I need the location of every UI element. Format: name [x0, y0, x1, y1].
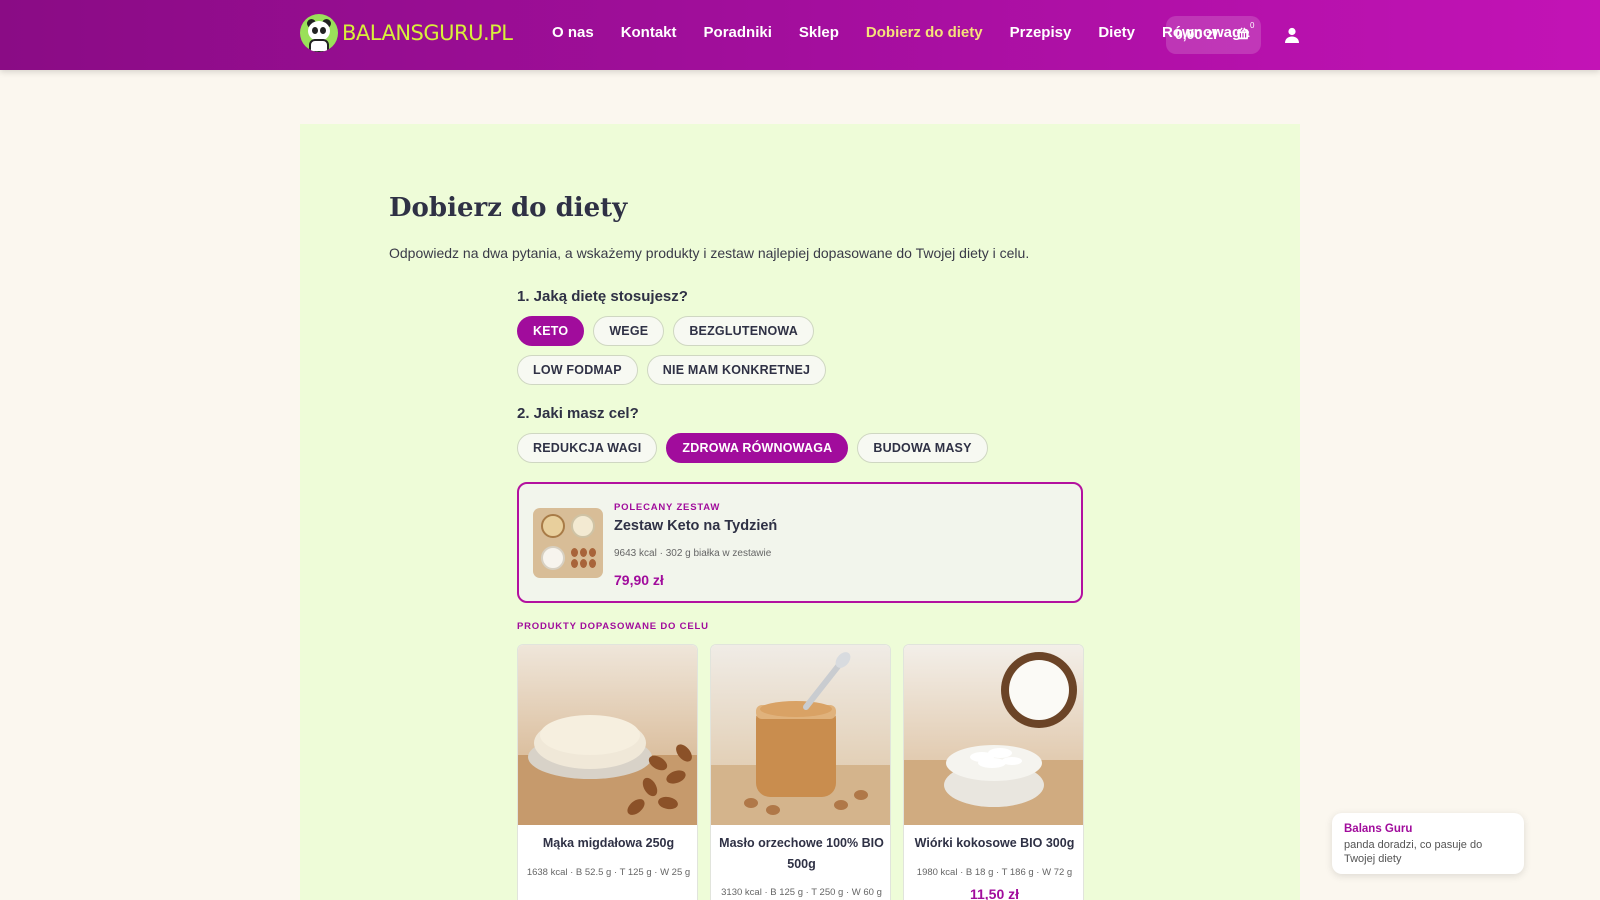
goal-option-redukcja-wagi[interactable]: REDUKCJA WAGI: [517, 433, 658, 463]
user-icon[interactable]: [1284, 27, 1300, 43]
recommended-set-image: [533, 508, 603, 578]
product-image-peanut-butter: [711, 645, 890, 825]
recommended-set-eyebrow: POLECANY ZESTAW: [614, 502, 721, 513]
diet-option-nie-mam-konkretnej[interactable]: NIE MAM KONKRETNEJ: [646, 355, 827, 385]
product-image-coconut-flakes: [904, 645, 1083, 825]
nav-sklep[interactable]: Sklep: [799, 24, 839, 41]
chat-name: Balans Guru: [1344, 823, 1413, 835]
nav-poradniki[interactable]: Poradniki: [704, 24, 772, 41]
recommended-set-meta: 9643 kcal · 302 g białka w zestawie: [614, 548, 772, 559]
nav-kontakt[interactable]: Kontakt: [621, 24, 677, 41]
site-header: BALANSGURU.PL O nas Kontakt Poradniki Sk…: [0, 0, 1600, 70]
product-card[interactable]: Masło orzechowe 100% BIO 500g 3130 kcal …: [710, 644, 891, 900]
site-logo[interactable]: BALANSGURU.PL: [300, 13, 513, 53]
goal-option-budowa-masy[interactable]: BUDOWA MASY: [857, 433, 988, 463]
panda-logo-icon: [300, 14, 338, 52]
product-nutrition: 1980 kcal · B 18 g · T 186 g · W 72 g: [916, 867, 1073, 878]
cart-count-badge: 0: [1250, 21, 1255, 30]
product-card[interactable]: Wiórki kokosowe BIO 300g 1980 kcal · B 1…: [903, 644, 1084, 900]
goal-options: REDUKCJA WAGI ZDROWA RÓWNOWAGA BUDOWA MA…: [517, 433, 1077, 463]
product-name[interactable]: Wiórki kokosowe BIO 300g: [910, 833, 1079, 854]
nav-diety[interactable]: Diety: [1098, 24, 1135, 41]
goal-option-zdrowa-rownowaga[interactable]: ZDROWA RÓWNOWAGA: [666, 433, 849, 463]
product-name[interactable]: Mąka migdałowa 250g: [524, 833, 693, 854]
diet-option-keto[interactable]: KETO: [517, 316, 585, 346]
basket-icon: [1236, 27, 1250, 40]
recommended-set-price: 79,90 zł: [614, 572, 664, 588]
recommended-set-card[interactable]: POLECANY ZESTAW Zestaw Keto na Tydzień 9…: [517, 482, 1083, 603]
diet-options: KETO WEGE BEZGLUTENOWA LOW FODMAP NIE MA…: [517, 316, 937, 385]
cart-amount: 0,00 zł: [1175, 26, 1218, 42]
product-card[interactable]: Mąka migdałowa 250g 1638 kcal · B 52.5 g…: [517, 644, 698, 900]
product-image-almond-flour: [518, 645, 697, 825]
nav-o-nas[interactable]: O nas: [552, 24, 594, 41]
chat-message: panda doradzi, co pasuje do Twojej diety: [1344, 839, 1483, 865]
diet-option-bezglutenowa[interactable]: BEZGLUTENOWA: [673, 316, 814, 346]
logo-text: BALANSGURU.PL: [342, 21, 513, 45]
product-nutrition: 1638 kcal · B 52.5 g · T 125 g · W 25 g: [526, 867, 691, 878]
nav-przepisy[interactable]: Przepisy: [1010, 24, 1072, 41]
products-section-label: PRODUKTY DOPASOWANE DO CELU: [517, 621, 709, 632]
diet-option-wege[interactable]: WEGE: [593, 316, 665, 346]
question-diet-label: 1. Jaką dietę stosujesz?: [517, 288, 688, 305]
page-title: Dobierz do diety: [389, 193, 628, 223]
page-intro: Odpowiedz na dwa pytania, a wskażemy pro…: [389, 245, 1030, 261]
question-goal-label: 2. Jaki masz cel?: [517, 405, 639, 422]
product-name[interactable]: Masło orzechowe 100% BIO 500g: [717, 833, 886, 875]
recommended-set-name[interactable]: Zestaw Keto na Tydzień: [614, 518, 777, 534]
product-nutrition: 3130 kcal · B 125 g · T 250 g · W 60 g: [721, 887, 882, 898]
diet-option-low-fodmap[interactable]: LOW FODMAP: [517, 355, 638, 385]
chat-widget[interactable]: Balans Guru panda doradzi, co pasuje do …: [1332, 813, 1524, 874]
product-price: 11,50 zł: [969, 886, 1020, 900]
nav-dobierz-do-diety[interactable]: Dobierz do diety: [866, 24, 983, 41]
